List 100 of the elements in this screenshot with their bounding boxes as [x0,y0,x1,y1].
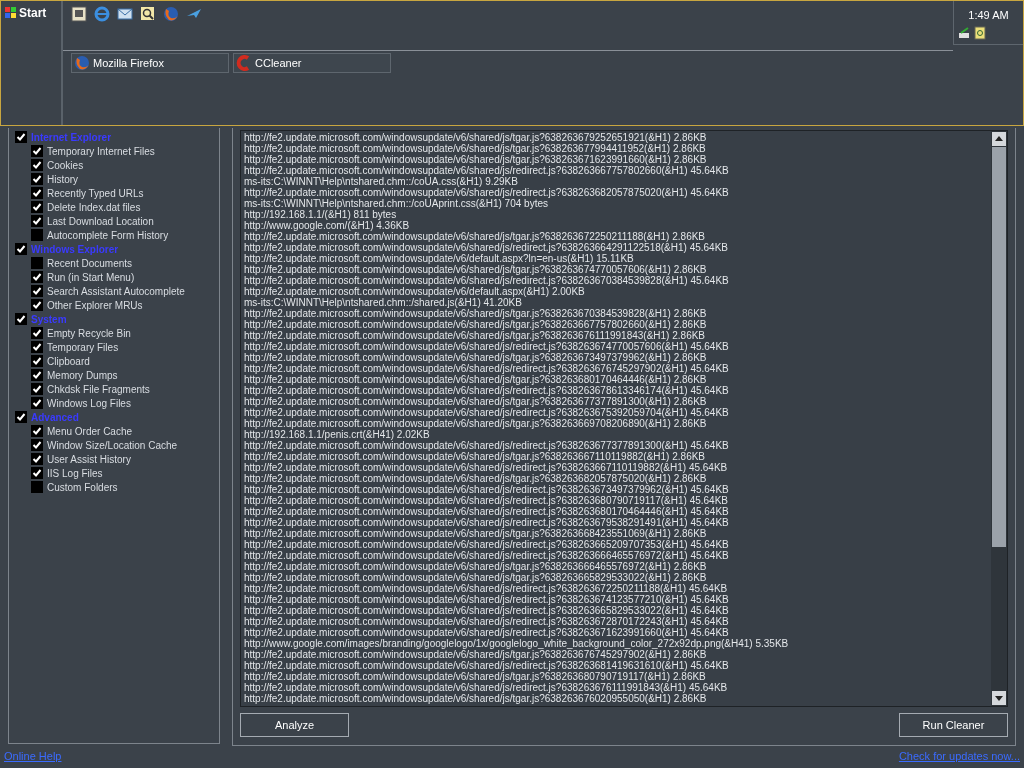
desktop-icon[interactable] [71,6,87,22]
scrollbar[interactable] [991,131,1007,706]
log-line: http://fe2.update.microsoft.com/windowsupdate/v6/shared/js/redirect.js?638263680170464446(&H1) 45.64KB [244,506,730,517]
search-icon[interactable] [140,6,156,22]
log-line: http://fe2.update.microsoft.com/windowsupdate/v6/shared/js/redirect.js?638263664291122518(&H1) 45.64KB [244,242,729,253]
option-label: Temporary Internet Files [47,144,155,159]
log-line: http://fe2.update.microsoft.com/windowsupdate/v6/shared/js/redirect.js?638263676111991843(&H1) 45.64KB [244,682,729,693]
option-label: Menu Order Cache [47,424,133,439]
log-line: http://fe2.update.microsoft.com/windowsupdate/v6/shared/js/tgar.js?638263665829533022(&H1) 2.86KB [244,572,707,583]
log-line: http://fe2.update.microsoft.com/windowsupdate/v6/shared/js/tgar.js?638263670384539828(&H1) 2.86KB [244,308,708,319]
log-line: http://fe2.update.microsoft.com/windowsupdate/v6/shared/js/redirect.js?638263672250211188(&H1) 45.64KB [244,583,729,594]
run-cleaner-button[interactable]: Run Cleaner [899,713,1008,737]
option-label: Recent Documents [47,256,133,271]
log-line: ms-its:C:\WINNT\Help\ntshared.chm::/shared.js(&H1) 41.20KB [244,297,522,308]
scroll-down-icon[interactable] [991,690,1007,706]
log-line: ms-its:C:\WINNT\Help\ntshared.chm::/coUA.css(&H1) 9.29KB [244,176,518,187]
log-line: http://fe2.update.microsoft.com/windowsupdate/v6/shared/js/tgar.js?638263673497379962(&H1) 2.86KB [244,352,707,363]
checkbox[interactable] [31,173,43,185]
option-label: History [47,172,79,187]
log-line: http://fe2.update.microsoft.com/windowsupdate/v6/shared/js/tgar.js?638263679252651921(&H1) 2.86KB [244,132,708,143]
checkbox[interactable] [15,131,27,143]
checkbox[interactable] [31,299,43,311]
checkbox[interactable] [31,215,43,227]
log-line: ms-its:C:\WINNT\Help\ntshared.chm::/coUAprint.css(&H1) 704 bytes [244,198,548,209]
checkbox[interactable] [31,327,43,339]
log-line: http://fe2.update.microsoft.com/windowsupdate/v6/shared/js/redirect.js?638263678613346174(&H1) 45.64KB [244,385,730,396]
checkbox[interactable] [31,369,43,381]
task-button[interactable]: CCleaner [233,53,391,73]
checkbox[interactable] [31,271,43,283]
log-line: http://fe2.update.microsoft.com/windowsupdate/v6/shared/js/tgar.js?638263667757802660(&H1) 2.86KB [244,319,708,330]
checkbox[interactable] [15,411,27,423]
scroll-thumb[interactable] [992,147,1006,547]
log-line: http://fe2.update.microsoft.com/windowsupdate/v6/shared/js/redirect.js?638263665829533022(&H1) 45.64KB [244,605,730,616]
option-label: User Assist History [47,452,131,467]
log-line: http://fe2.update.microsoft.com/windowsupdate/v6/shared/js/tgar.js?638263682057875020(&H1) 2.86KB [244,473,707,484]
category-label: Windows Explorer [31,242,119,257]
option-label: Temporary Files [47,340,119,355]
clock: 1:49 AM [968,8,1009,23]
option-label: Custom Folders [47,480,118,495]
option-label: Window Size/Location Cache [47,438,178,453]
log-line: http://192.168.1.1/(&H1) 811 bytes [244,209,397,220]
checkbox[interactable] [15,243,27,255]
checkbox[interactable] [31,159,43,171]
checkbox[interactable] [31,425,43,437]
document-icon[interactable] [974,25,986,40]
windows-logo-icon [5,7,17,19]
task-button[interactable]: Mozilla Firefox [71,53,229,73]
log-line: http://fe2.update.microsoft.com/windowsupdate/v6/shared/js/redirect.js?638263673497379962(&H1) 45.64KB [244,484,730,495]
checkbox[interactable] [31,481,43,493]
log-line: http://fe2.update.microsoft.com/windowsupdate/v6/shared/js/tgar.js?638263676020955050(&H1) 2.86KB [244,693,708,704]
option-label: Chkdsk File Fragments [47,382,150,397]
network-icon[interactable] [958,25,972,40]
log-line: http://www.google.com/images/branding/googlelogo/1x/googlelogo_white_background_color_272x92dp.png(&H41) 5.35KB [244,638,790,649]
log-line: http://fe2.update.microsoft.com/windowsupdate/v6/shared/js/tgar.js?638263667110119882(&H1) 2.86KB [244,451,706,462]
option-label: Run (in Start Menu) [47,270,135,285]
scroll-up-icon[interactable] [991,131,1007,147]
log-line: http://fe2.update.microsoft.com/windowsupdate/v6/shared/js/tgar.js?638263669708206890(&H1) 2.86KB [244,418,708,429]
category-label: System [31,312,67,327]
mail-icon[interactable] [117,6,133,22]
log-line: http://fe2.update.microsoft.com/windowsupdate/v6/shared/js/redirect.js?638263677377891300(&H1) 45.64KB [244,440,730,451]
checkbox[interactable] [31,285,43,297]
checkbox[interactable] [31,229,43,241]
globe-icon[interactable] [163,6,179,22]
checkbox[interactable] [31,187,43,199]
browser-icon[interactable] [94,6,110,22]
checkbox[interactable] [15,313,27,325]
log-line: http://fe2.update.microsoft.com/windowsupdate/v6/shared/js/redirect.js?638263666465576972(&H1) 45.64KB [244,550,730,561]
log-line: http://fe2.update.microsoft.com/windowsupdate/v6/shared/js/redirect.js?638263675392059704(&H1) 45.64KB [244,407,730,418]
checkbox[interactable] [31,453,43,465]
option-label: Clipboard [47,354,90,369]
log-line: http://fe2.update.microsoft.com/windowsupdate/v6/shared/js/tgar.js?638263680170464446(&H1) 2.86KB [244,374,707,385]
option-label: Other Explorer MRUs [47,298,143,313]
log-line: http://fe2.update.microsoft.com/windowsupdate/v6/shared/js/redirect.js?638263680790719117(&H1) 45.64KB [244,495,729,506]
log-line: http://fe2.update.microsoft.com/windowsupdate/v6/shared/js/tgar.js?638263677994411952(&H1) 2.86KB [244,143,707,154]
analyze-button[interactable]: Analyze [240,713,349,737]
checkbox[interactable] [31,145,43,157]
checkbox[interactable] [31,439,43,451]
log-line: http://fe2.update.microsoft.com/windowsupdate/v6/shared/js/redirect.js?638263665209707353(&H1) 45.64KB [244,539,730,550]
log-line: http://fe2.update.microsoft.com/windowsupdate/v6/shared/js/tgar.js?638263676111991843(&H1) 2.86KB [244,330,706,341]
log-line: http://fe2.update.microsoft.com/windowsupdate/v6/shared/js/redirect.js?638263679538291491(&H1) 45.64KB [244,517,730,528]
log-line: http://fe2.update.microsoft.com/windowsupdate/v6/shared/js/tgar.js?638263677377891300(&H1) 2.86KB [244,396,707,407]
checkbox[interactable] [31,257,43,269]
log-line: http://fe2.update.microsoft.com/windowsupdate/v6/shared/js/redirect.js?638263672870172243(&H1) 45.64KB [244,616,730,627]
checkbox[interactable] [31,397,43,409]
option-label: IIS Log Files [47,466,103,481]
log-line: http://fe2.update.microsoft.com/windowsupdate/v6/shared/js/tgar.js?638263671623991660(&H1) 2.86KB [244,154,707,165]
option-label: Autocomplete Form History [47,228,169,243]
log-line: http://fe2.update.microsoft.com/windowsupdate/v6/shared/js/redirect.js?638263667757802660(&H1) 45.64KB [244,165,730,176]
checkbox[interactable] [31,201,43,213]
checkbox[interactable] [31,467,43,479]
log-line: http://fe2.update.microsoft.com/windowsupdate/v6/default.aspx?ln=en-us(&H1) 15.11KB [244,253,634,264]
category-label: Internet Explorer [31,130,112,145]
option-label: Search Assistant Autocomplete [47,284,185,299]
log-line: http://fe2.update.microsoft.com/windowsupdate/v6/shared/js/redirect.js?638263674770057606(&H1) 45.64KB [244,341,730,352]
log-line: http://fe2.update.microsoft.com/windowsupdate/v6/shared/js/redirect.js?638263682057875020(&H1) 45.64KB [244,187,730,198]
log-line: http://fe2.update.microsoft.com/windowsupdate/v6/shared/js/redirect.js?638263671623991660(&H1) 45.64KB [244,627,729,638]
checkbox[interactable] [31,341,43,353]
checkbox[interactable] [31,383,43,395]
option-label: Last Download Location [47,214,154,229]
checkbox[interactable] [31,355,43,367]
